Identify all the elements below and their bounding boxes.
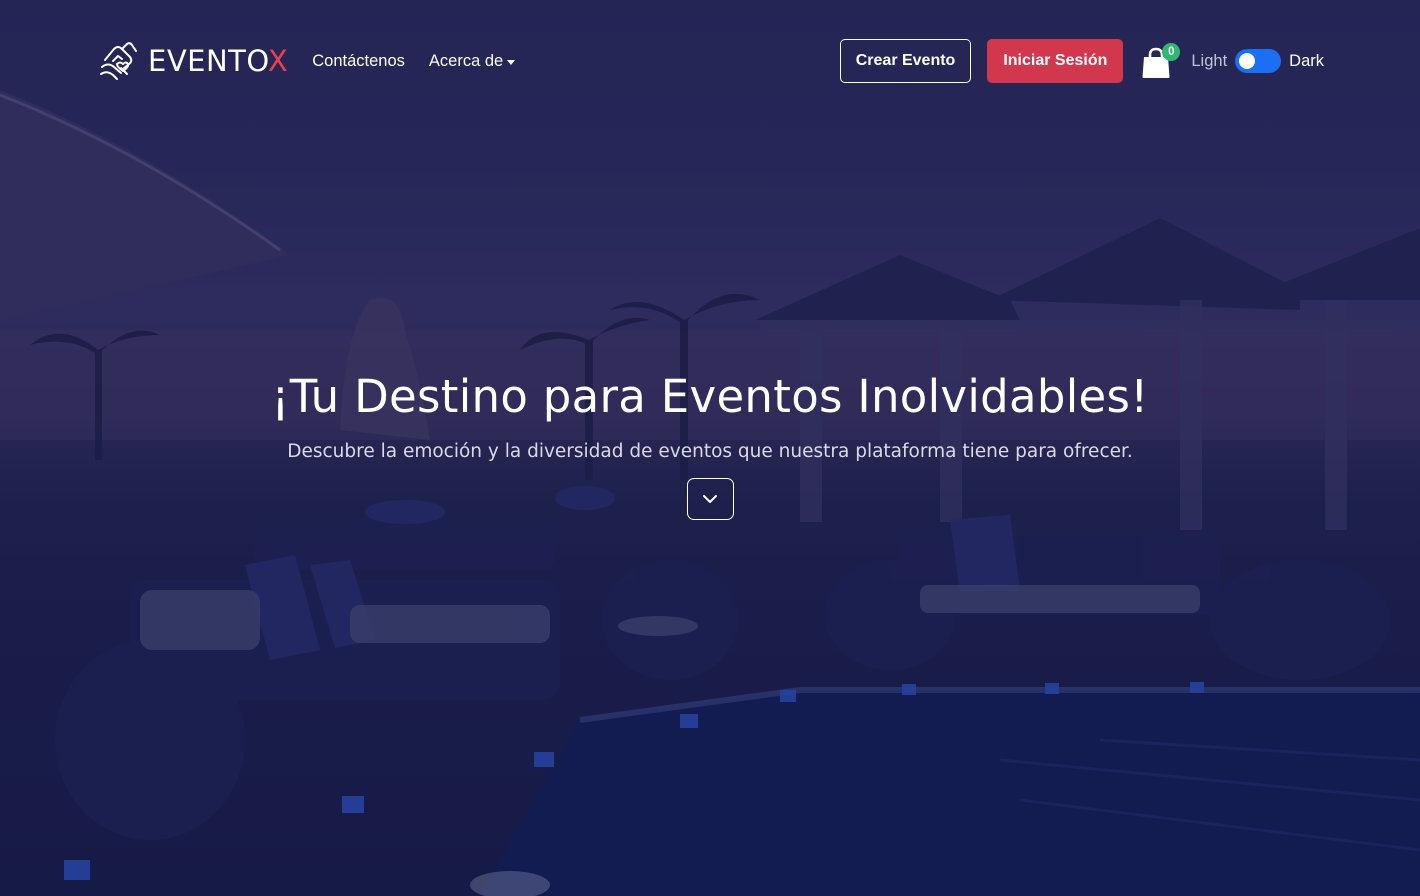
- theme-light-label: Light: [1191, 51, 1228, 70]
- chevron-down-icon: [703, 495, 717, 503]
- nav-dropdown-about[interactable]: Acerca de: [428, 51, 516, 71]
- brand-name: EVENTOX: [148, 44, 288, 78]
- theme-dark-label: Dark: [1289, 51, 1324, 70]
- nav-link-contact[interactable]: Contáctenos: [312, 52, 405, 71]
- hero-content: ¡Tu Destino para Eventos Inolvidables! D…: [0, 370, 1420, 520]
- hero-subtitle: Descubre la emoción y la diversidad de e…: [287, 441, 1133, 462]
- caret-down-icon: [507, 59, 516, 65]
- brand-name-accent: X: [267, 44, 289, 78]
- cart-count-badge: 0: [1162, 43, 1181, 61]
- brand-logo[interactable]: EVENTOX: [99, 40, 288, 82]
- login-button[interactable]: Iniciar Sesión: [987, 39, 1124, 83]
- theme-toggle-switch[interactable]: [1235, 49, 1282, 73]
- navbar: EVENTOX Contáctenos Acerca de Crear Even…: [99, 38, 1324, 84]
- hero-section: EVENTOX Contáctenos Acerca de Crear Even…: [0, 0, 1420, 896]
- nav-link-contact-label: Contáctenos: [312, 51, 405, 70]
- toggle-knob: [1239, 53, 1256, 69]
- brand-name-main: EVENTO: [148, 44, 268, 78]
- hero-title: ¡Tu Destino para Eventos Inolvidables!: [271, 370, 1149, 423]
- nav-dropdown-about-label: Acerca de: [428, 51, 504, 70]
- cart-button[interactable]: 0: [1141, 41, 1181, 81]
- nav-links: Contáctenos Acerca de: [312, 52, 539, 71]
- create-event-button[interactable]: Crear Evento: [839, 39, 972, 83]
- scroll-down-button[interactable]: [686, 478, 734, 520]
- nav-actions: Crear Evento Iniciar Sesión 0 Light Dark: [839, 39, 1324, 83]
- hand-heart-icon: [100, 42, 137, 80]
